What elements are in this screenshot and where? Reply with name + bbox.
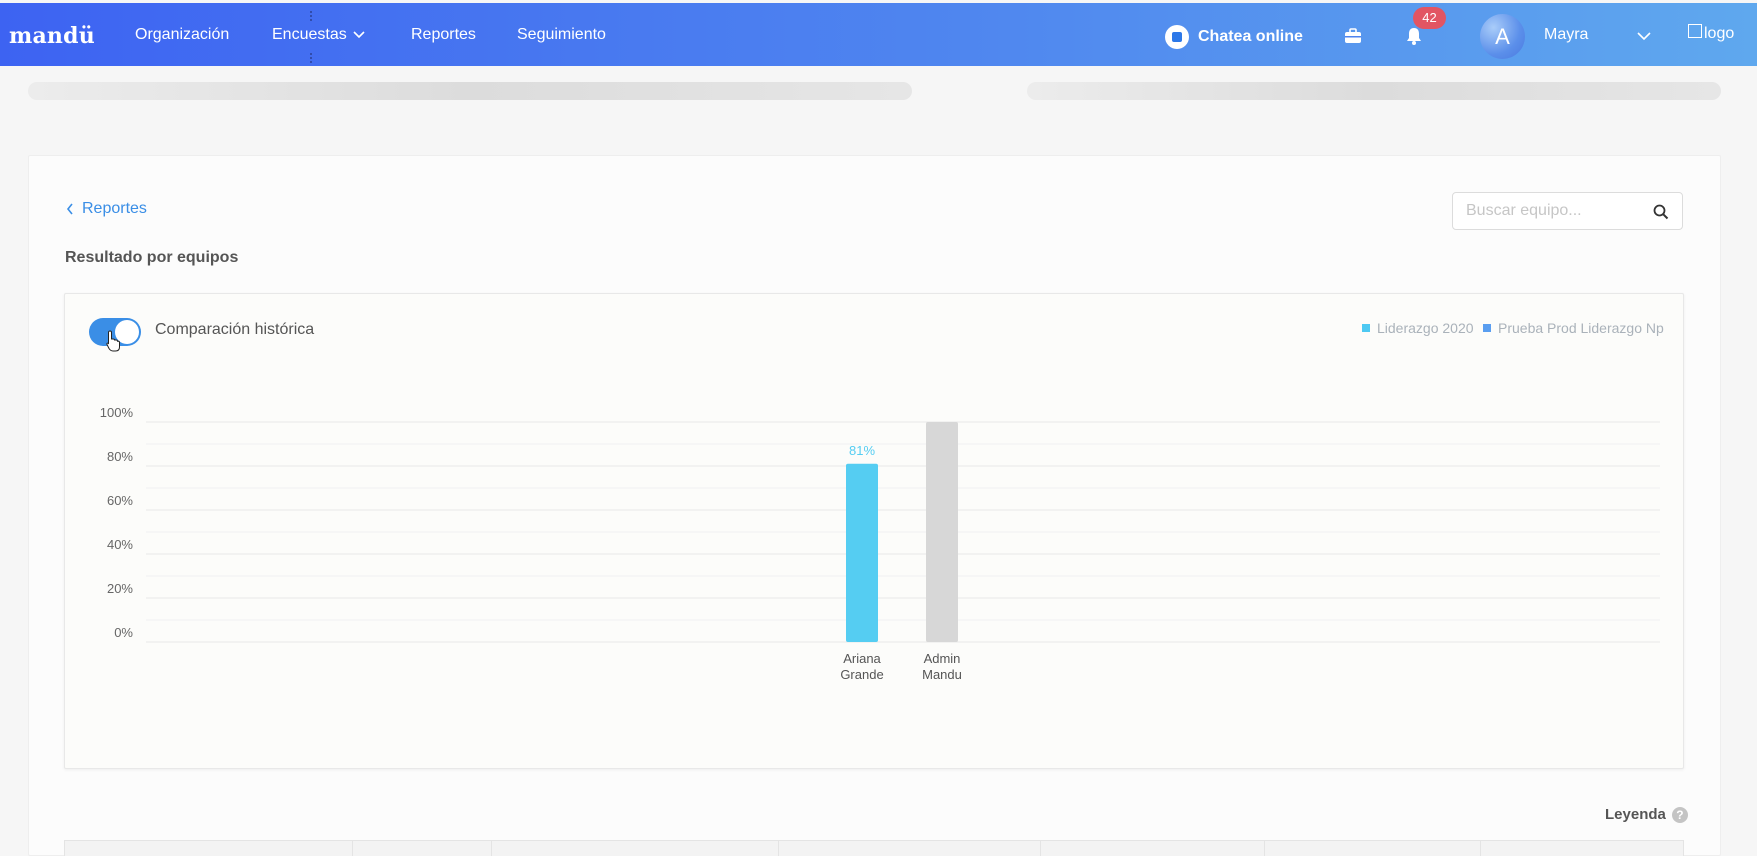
x-tick-label: Grande (840, 667, 883, 682)
brand-logo[interactable]: mandü (9, 23, 95, 49)
table-column-divider (491, 841, 492, 856)
legend-help-label: Leyenda (1605, 806, 1666, 823)
briefcase-icon[interactable] (1343, 26, 1363, 46)
y-tick-label: 0% (114, 625, 133, 640)
y-tick-label: 20% (107, 581, 133, 596)
chevron-down-icon[interactable] (1636, 28, 1652, 44)
loading-skeleton (28, 82, 912, 100)
avatar[interactable]: A (1480, 14, 1525, 59)
bar (926, 422, 958, 642)
legend-label: Liderazgo 2020 (1377, 320, 1474, 336)
chevron-down-icon[interactable] (352, 28, 366, 42)
legend-help[interactable]: Leyenda ? (1605, 806, 1688, 823)
y-tick-label: 60% (107, 493, 133, 508)
legend-item: Liderazgo 2020 (1362, 320, 1474, 336)
loading-skeleton (1027, 82, 1721, 100)
nav-item-seguimiento[interactable]: Seguimiento (517, 26, 606, 44)
broken-image-icon (1688, 24, 1702, 38)
table-column-divider (352, 841, 353, 856)
user-name[interactable]: Mayra (1544, 26, 1588, 44)
table-column-divider (1264, 841, 1265, 856)
drag-handle-icon (310, 11, 312, 21)
legend-swatch (1362, 324, 1370, 332)
back-link-label: Reportes (82, 200, 147, 217)
bell-icon[interactable] (1404, 26, 1424, 46)
table-column-divider (1040, 841, 1041, 856)
legend-item: Prueba Prod Liderazgo Np (1483, 320, 1664, 336)
chat-online-button[interactable]: Chatea online (1165, 25, 1303, 49)
chat-icon (1165, 25, 1189, 49)
x-tick-label: Mandu (922, 667, 962, 682)
top-navbar: mandü Organización Encuestas Reportes Se… (0, 3, 1757, 66)
company-logo: logo (1688, 24, 1735, 43)
x-tick-label: Admin (924, 651, 961, 666)
drag-handle-icon (310, 53, 312, 63)
table-column-divider (778, 841, 779, 856)
legend-swatch (1483, 324, 1491, 332)
chevron-left-icon (66, 203, 73, 215)
y-tick-label: 40% (107, 537, 133, 552)
notification-badge: 42 (1413, 7, 1446, 29)
back-link[interactable]: Reportes (66, 200, 147, 218)
logo-alt-text: logo (1704, 25, 1735, 42)
data-label: 81% (849, 443, 875, 458)
nav-item-organizacion[interactable]: Organización (135, 26, 229, 44)
chat-label: Chatea online (1198, 28, 1303, 45)
y-tick-label: 80% (107, 449, 133, 464)
search-input[interactable] (1466, 202, 1646, 220)
toggle-label: Comparación histórica (155, 321, 315, 338)
results-table-header (64, 840, 1684, 856)
y-tick-label: 100% (100, 405, 134, 420)
bar (846, 463, 878, 642)
team-search (1452, 192, 1683, 230)
hand-cursor-icon (106, 330, 120, 352)
nav-item-reportes[interactable]: Reportes (411, 26, 476, 44)
page-title: Resultado por equipos (65, 249, 239, 266)
legend-label: Prueba Prod Liderazgo Np (1498, 320, 1664, 336)
search-icon[interactable] (1652, 203, 1670, 221)
x-tick-label: Ariana (843, 651, 881, 666)
bar-chart: 0% 20% 40% 60% 80% 100% 81% ArianaGrande AdminMa… (100, 405, 1660, 682)
help-icon[interactable]: ? (1671, 806, 1688, 823)
table-column-divider (1480, 841, 1481, 856)
nav-item-encuestas[interactable]: Encuestas (272, 26, 347, 44)
